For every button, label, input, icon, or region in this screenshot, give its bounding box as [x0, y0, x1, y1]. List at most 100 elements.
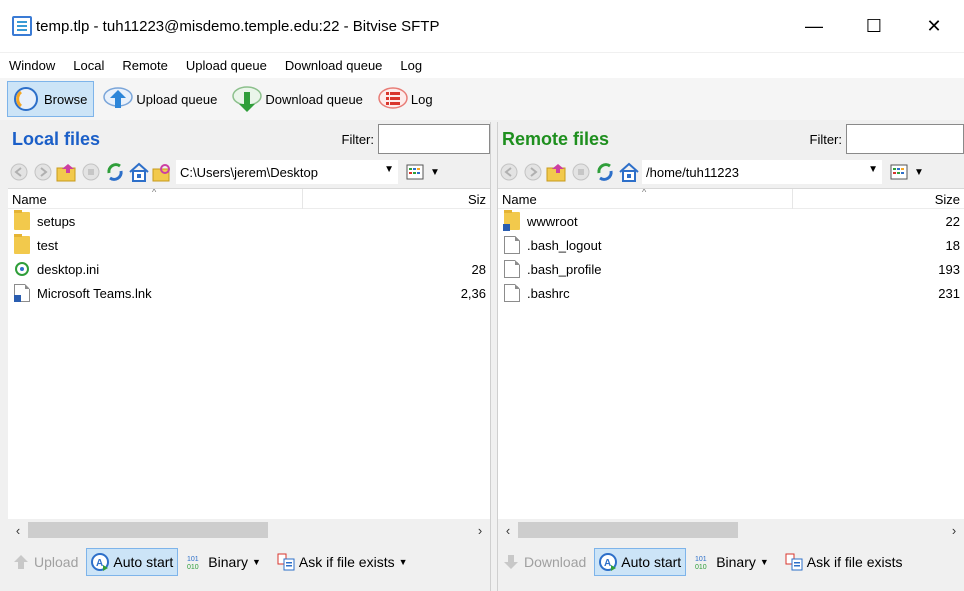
- binary-icon: 101 010: [694, 553, 712, 571]
- svg-text:010: 010: [187, 564, 199, 571]
- local-path-combobox[interactable]: C:\Users\jerem\Desktop ▼: [176, 160, 398, 184]
- local-column-header: Name ^ Siz: [8, 189, 490, 209]
- home-icon[interactable]: [128, 161, 150, 183]
- table-row[interactable]: setups: [8, 209, 490, 233]
- view-mode-icon[interactable]: [404, 161, 426, 183]
- table-row[interactable]: wwwroot 22: [498, 209, 964, 233]
- scroll-left-icon[interactable]: ‹: [8, 523, 28, 538]
- panel-splitter[interactable]: [490, 122, 498, 591]
- browse-icon: [10, 83, 42, 115]
- column-separator[interactable]: [302, 189, 303, 209]
- remote-path-combobox[interactable]: /home/tuh11223 ▼: [642, 160, 882, 184]
- view-mode-icon[interactable]: [888, 161, 910, 183]
- local-files-title: Local files: [12, 128, 101, 149]
- scroll-right-icon[interactable]: ›: [944, 523, 964, 538]
- scroll-right-icon[interactable]: ›: [470, 523, 490, 538]
- table-row[interactable]: .bash_logout 18: [498, 233, 964, 257]
- table-row[interactable]: .bashrc 231: [498, 281, 964, 305]
- local-path-dropdown-icon[interactable]: ▼: [384, 164, 394, 175]
- remote-col-name[interactable]: Name: [502, 192, 537, 207]
- home-icon[interactable]: [618, 161, 640, 183]
- file-size: 231: [938, 286, 960, 301]
- local-col-size[interactable]: Siz: [468, 192, 486, 207]
- scroll-thumb[interactable]: [518, 522, 738, 538]
- forward-icon[interactable]: [32, 161, 54, 183]
- file-name: wwwroot: [527, 214, 578, 229]
- menu-download-queue[interactable]: Download queue: [276, 58, 392, 73]
- ask-if-exists-label: Ask if file exists: [806, 554, 903, 570]
- column-separator[interactable]: [792, 189, 793, 209]
- menu-remote[interactable]: Remote: [113, 58, 177, 73]
- file-size: 2,36: [460, 286, 486, 301]
- stop-icon[interactable]: [570, 161, 592, 183]
- menu-log[interactable]: Log: [391, 58, 431, 73]
- ask-if-exists-button[interactable]: Ask if file exists ▼: [273, 548, 416, 576]
- remote-column-header: Name ^ Size: [498, 189, 964, 209]
- download-queue-icon: [231, 83, 263, 115]
- download-queue-button[interactable]: Download queue: [229, 81, 369, 117]
- remote-path-dropdown-icon[interactable]: ▼: [868, 164, 878, 175]
- table-row[interactable]: .bash_profile 193: [498, 257, 964, 281]
- table-row[interactable]: desktop.ini 28: [8, 257, 490, 281]
- file-size: 18: [945, 238, 960, 253]
- local-filter-input[interactable]: [378, 124, 490, 154]
- maximize-button[interactable]: ☐: [844, 0, 904, 52]
- remote-horizontal-scrollbar[interactable]: ‹ ›: [498, 519, 964, 541]
- view-mode-dropdown-icon[interactable]: ▼: [430, 167, 440, 178]
- file-name: Microsoft Teams.lnk: [37, 286, 152, 301]
- find-folder-icon[interactable]: [152, 161, 174, 183]
- refresh-icon[interactable]: [104, 161, 126, 183]
- upload-queue-icon: [102, 83, 134, 115]
- remote-file-list: Name ^ Size wwwroot 22 .bash_logout 18 .…: [498, 188, 964, 519]
- stop-icon[interactable]: [80, 161, 102, 183]
- table-row[interactable]: Microsoft Teams.lnk 2,36: [8, 281, 490, 305]
- scroll-thumb[interactable]: [28, 522, 268, 538]
- menu-local[interactable]: Local: [64, 58, 113, 73]
- binary-label: Binary: [208, 554, 248, 570]
- remote-filter-input[interactable]: [846, 124, 964, 154]
- menu-window[interactable]: Window: [0, 58, 64, 73]
- view-mode-dropdown-icon[interactable]: ▼: [914, 167, 924, 178]
- browse-button[interactable]: Browse: [7, 81, 95, 117]
- upload-button[interactable]: Upload: [8, 548, 82, 576]
- ask-if-exists-button[interactable]: Ask if file exists: [781, 548, 907, 576]
- binary-dropdown-icon[interactable]: ▼: [760, 557, 769, 567]
- file-icon: [504, 236, 520, 254]
- download-button[interactable]: Download: [498, 548, 590, 576]
- binary-mode-button[interactable]: 101 010 Binary ▼: [182, 548, 269, 576]
- ask-if-exists-dropdown-icon[interactable]: ▼: [399, 557, 408, 567]
- back-icon[interactable]: [498, 161, 520, 183]
- table-row[interactable]: test: [8, 233, 490, 257]
- remote-filter-label: Filter:: [809, 131, 843, 147]
- forward-icon[interactable]: [522, 161, 544, 183]
- local-col-name[interactable]: Name: [12, 192, 47, 207]
- remote-col-size[interactable]: Size: [935, 192, 960, 207]
- binary-dropdown-icon[interactable]: ▼: [252, 557, 261, 567]
- main-toolbar: Browse Upload queue Download queue Log: [0, 78, 964, 120]
- local-files-panel: Local files Filter: C:\Users\jerem\Deskt…: [8, 122, 490, 591]
- folder-icon: [14, 210, 30, 230]
- download-label: Download: [524, 554, 587, 570]
- auto-start-toggle[interactable]: A Auto start: [86, 548, 179, 576]
- remote-files-title: Remote files: [502, 128, 610, 149]
- upload-queue-label: Upload queue: [136, 91, 218, 107]
- settings-file-icon: [14, 260, 30, 278]
- file-name: setups: [37, 214, 76, 229]
- back-icon[interactable]: [8, 161, 30, 183]
- file-icon: [504, 260, 520, 278]
- log-button[interactable]: Log: [375, 81, 439, 117]
- upload-arrow-icon: [12, 553, 30, 571]
- minimize-button[interactable]: —: [784, 0, 844, 52]
- folder-icon: [14, 234, 30, 254]
- parent-folder-icon[interactable]: [56, 161, 78, 183]
- refresh-icon[interactable]: [594, 161, 616, 183]
- upload-queue-button[interactable]: Upload queue: [100, 81, 223, 117]
- binary-mode-button[interactable]: 101 010 Binary ▼: [690, 548, 777, 576]
- auto-start-toggle[interactable]: A Auto start: [594, 548, 687, 576]
- close-button[interactable]: ✕: [904, 0, 964, 52]
- parent-folder-icon[interactable]: [546, 161, 568, 183]
- local-horizontal-scrollbar[interactable]: ‹ ›: [8, 519, 490, 541]
- scroll-left-icon[interactable]: ‹: [498, 523, 518, 538]
- file-name: .bash_profile: [527, 262, 602, 277]
- menu-upload-queue[interactable]: Upload queue: [177, 58, 276, 73]
